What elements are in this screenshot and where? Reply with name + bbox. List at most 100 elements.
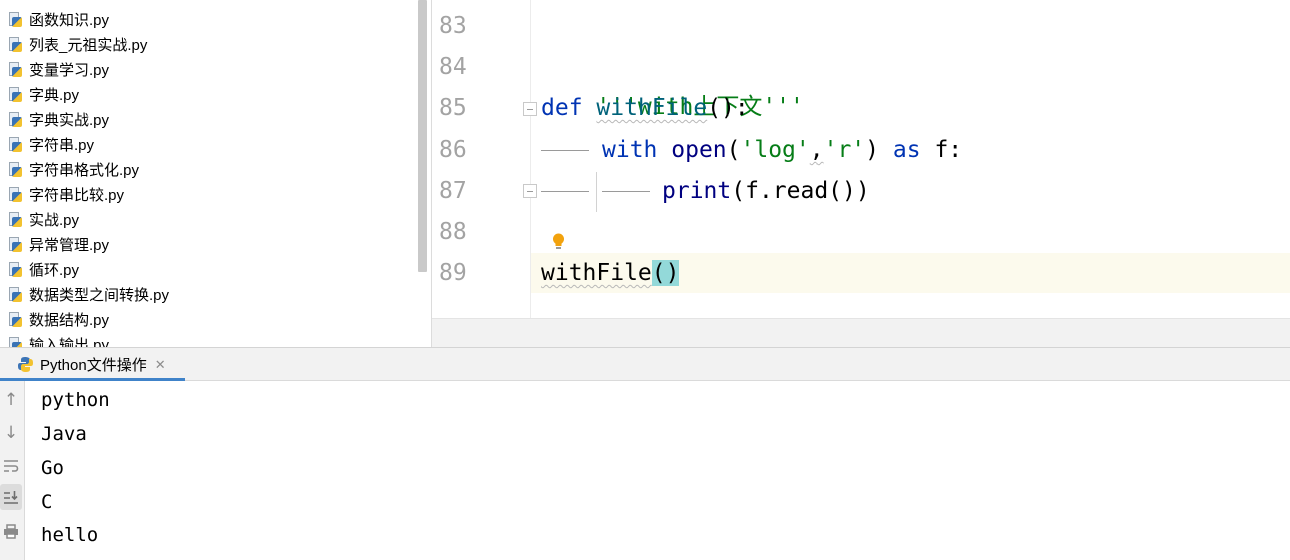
punctuation: (): — [707, 95, 749, 121]
run-console-output[interactable]: python Java Go C hello — [25, 381, 1290, 560]
paren: ) — [865, 137, 880, 163]
editor-horizontal-scroll-area — [432, 318, 1290, 348]
line-number: 88 — [439, 219, 467, 245]
close-icon[interactable]: ✕ — [155, 357, 166, 373]
file-name: 字典实战.py — [29, 112, 110, 129]
matched-parens: () — [651, 260, 680, 286]
project-file-item[interactable]: 列表_元祖实战.py — [0, 32, 169, 57]
keyword-with: with — [602, 137, 658, 163]
file-name: 字符串.py — [29, 137, 95, 154]
python-file-icon — [8, 187, 23, 202]
lightbulb-icon[interactable] — [552, 233, 565, 250]
file-name: 数据结构.py — [29, 312, 110, 329]
console-line: hello — [41, 524, 99, 546]
arrow-down-icon[interactable]: ↓ — [0, 420, 22, 446]
keyword-def: def — [541, 95, 583, 121]
python-file-icon — [8, 137, 23, 152]
line-number: 84 — [439, 54, 467, 80]
indent-guide — [602, 191, 650, 192]
project-file-item[interactable]: 函数知识.py — [0, 7, 169, 32]
python-file-icon — [8, 62, 23, 77]
fold-marker-icon[interactable] — [523, 102, 537, 116]
soft-wrap-icon[interactable] — [0, 453, 22, 479]
project-file-item[interactable]: 字典实战.py — [0, 107, 169, 132]
project-file-item[interactable]: 循环.py — [0, 257, 169, 282]
file-name: 循环.py — [29, 262, 80, 279]
function-call: withFile — [541, 260, 652, 286]
keyword-as: as — [892, 137, 921, 163]
builtin-open: open — [671, 137, 727, 163]
line-number: 85 — [439, 95, 467, 121]
project-file-item[interactable]: 字符串格式化.py — [0, 157, 169, 182]
console-line: Go — [41, 457, 64, 479]
console-line: python — [41, 389, 110, 411]
file-name: 字符串比较.py — [29, 187, 125, 204]
indent-guide — [541, 150, 589, 151]
python-file-icon — [8, 37, 23, 52]
file-name: 输入输出.py — [29, 337, 110, 347]
python-file-icon — [8, 237, 23, 252]
string-literal: 'r' — [823, 137, 866, 163]
project-file-item[interactable]: 变量学习.py — [0, 57, 169, 82]
python-file-icon — [8, 262, 23, 277]
paren: ( — [726, 137, 741, 163]
project-file-item[interactable]: 输入输出.py — [0, 332, 169, 347]
file-name: 实战.py — [29, 212, 80, 229]
builtin-print: print — [662, 178, 732, 204]
file-name: 列表_元祖实战.py — [29, 37, 148, 54]
string-literal: 'log' — [740, 137, 810, 163]
file-name: 变量学习.py — [29, 62, 110, 79]
console-line: C — [41, 491, 53, 513]
project-tree-scrollbar[interactable] — [418, 0, 427, 272]
project-file-item[interactable]: 字符串.py — [0, 132, 169, 157]
indent-guide-vertical — [596, 172, 597, 212]
arrow-up-icon[interactable]: ↑ — [0, 387, 22, 413]
file-name: 异常管理.py — [29, 237, 110, 254]
code-line-87: print(f.read()) — [662, 171, 870, 211]
call-args: (f.read()) — [731, 178, 870, 204]
file-name: 数据类型之间转换.py — [29, 287, 170, 304]
project-file-item[interactable]: 字典.py — [0, 82, 169, 107]
python-file-icon — [8, 12, 23, 27]
python-icon — [18, 357, 33, 372]
function-name: withFile — [596, 95, 708, 121]
run-tab-bar: Python文件操作 ✕ — [0, 347, 1290, 381]
comma: , — [809, 137, 824, 163]
project-tree-panel: 函数知识.py 列表_元祖实战.py 变量学习.py 字典.py 字典实战.py 字符串.… — [0, 0, 431, 347]
run-toolbar: ↑ ↓ — [0, 381, 25, 560]
project-file-item[interactable]: 异常管理.py — [0, 232, 169, 257]
project-file-item[interactable]: 数据类型之间转换.py — [0, 282, 169, 307]
file-name: 字典.py — [29, 87, 80, 104]
code-line-84: '''with上下文''' — [541, 47, 803, 120]
project-file-item[interactable]: 字符串比较.py — [0, 182, 169, 207]
indent-guide — [541, 191, 589, 192]
python-file-icon — [8, 162, 23, 177]
python-file-icon — [8, 337, 23, 347]
run-tab-label: Python文件操作 — [40, 357, 147, 374]
console-line: Java — [41, 423, 87, 445]
code-editor[interactable]: 83 84 85 86 87 88 89 '''with上下文''' def w… — [432, 0, 1290, 318]
python-file-icon — [8, 212, 23, 227]
line-number: 83 — [439, 13, 467, 39]
project-file-item[interactable]: 实战.py — [0, 207, 169, 232]
file-list: 函数知识.py 列表_元祖实战.py 变量学习.py 字典.py 字典实战.py 字符串.… — [0, 7, 169, 347]
file-name: 字符串格式化.py — [29, 162, 140, 179]
code-line-86: with open('log','r') as f: — [602, 130, 962, 170]
python-file-icon — [8, 287, 23, 302]
line-number: 89 — [439, 260, 467, 286]
run-tab[interactable]: Python文件操作 ✕ — [0, 348, 185, 381]
fold-marker-icon[interactable] — [523, 184, 537, 198]
variable: f: — [934, 137, 963, 163]
project-file-item[interactable]: 数据结构.py — [0, 307, 169, 332]
python-file-icon — [8, 112, 23, 127]
line-number: 87 — [439, 178, 467, 204]
print-icon[interactable] — [0, 518, 22, 544]
code-line-89: withFile() — [541, 253, 680, 293]
python-file-icon — [8, 312, 23, 327]
line-number: 86 — [439, 137, 467, 163]
scroll-to-end-icon[interactable] — [0, 484, 22, 510]
code-line-85: def withFile(): — [541, 88, 749, 128]
python-file-icon — [8, 87, 23, 102]
file-name: 函数知识.py — [29, 12, 110, 29]
gutter-separator — [530, 0, 531, 318]
